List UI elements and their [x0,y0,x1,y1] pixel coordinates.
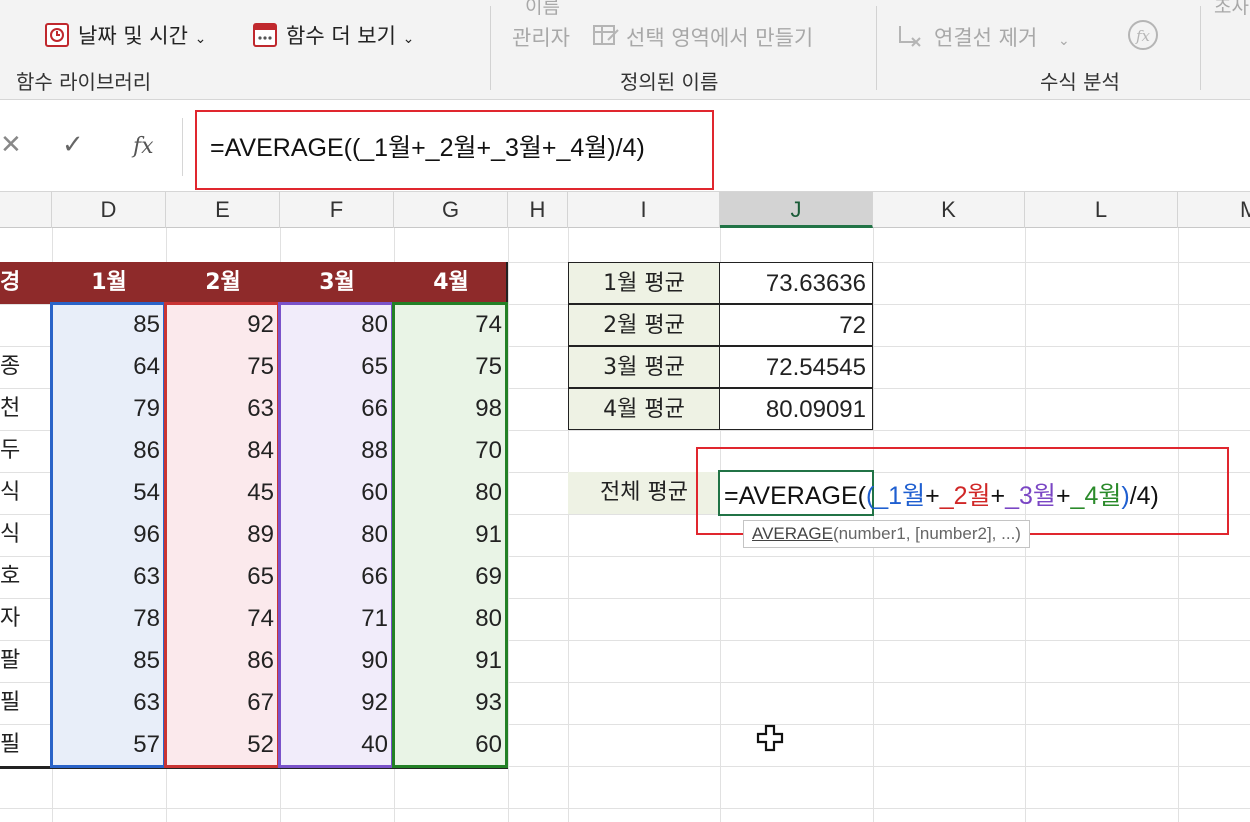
watch-window-label: 조사 [1214,0,1249,18]
group-defined-names: 정의된 이름 [620,70,719,94]
month-header[interactable]: 1월 [52,262,166,304]
month-average-label[interactable]: 1월 평균 [568,262,720,304]
remove-arrows-icon [899,26,921,47]
month-average-value[interactable]: 72 [719,304,873,346]
function-tooltip[interactable]: AVERAGE(number1, [number2], ...) [743,520,1030,548]
column-header-K[interactable]: K [873,192,1025,228]
student-name-cell[interactable]: 호 [0,556,52,598]
student-name-cell[interactable]: 두 [0,430,52,472]
ribbon-separator [490,6,491,90]
student-name-cell[interactable]: 식 [0,514,52,556]
named-range-outline [50,302,166,768]
chevron-down-icon: ⌄ [402,31,415,47]
more-functions-label: 함수 더 보기 [286,24,396,48]
create-from-selection-button[interactable]: 선택 영역에서 만들기 [626,22,813,52]
column-header-G[interactable]: G [394,192,508,228]
function-list-icon [253,23,277,47]
name-label-top: 이름 [525,0,560,18]
cell-cursor-icon [756,724,784,752]
student-name-cell[interactable]: 팔 [0,640,52,682]
column-header-J[interactable]: J [720,192,873,228]
named-range-outline [278,302,394,768]
student-name-cell[interactable]: 종 [0,346,52,388]
month-header[interactable]: 2월 [166,262,280,304]
evaluate-formula-icon[interactable]: fx [1126,18,1160,52]
column-header[interactable] [0,192,52,228]
date-time-label: 날짜 및 시간 [78,24,188,48]
column-header-H[interactable]: H [508,192,568,228]
tooltip-arguments: (number1, [number2], ...) [832,524,1021,543]
column-header-I[interactable]: I [568,192,720,228]
ribbon-separator [876,6,877,90]
column-header-L[interactable]: L [1025,192,1178,228]
formula-highlight-box [195,110,714,190]
ribbon: 날짜 및 시간 ⌄ 함수 더 보기 ⌄ 이름 관리자 선택 영역에서 만들기 연… [0,0,1250,100]
create-from-selection-icon [593,25,619,45]
month-average-value[interactable]: 72.54545 [719,346,873,388]
student-name-cell[interactable]: 필 [0,724,52,766]
month-header[interactable]: 4월 [394,262,508,304]
column-header-F[interactable]: F [280,192,394,228]
column-headers: D E F G H I J K L M [0,192,1250,228]
month-average-value[interactable]: 73.63636 [719,262,873,304]
column-header-M[interactable]: M [1178,192,1250,228]
enter-icon[interactable]: ✓ [62,130,84,160]
month-average-label[interactable]: 4월 평균 [568,388,720,430]
more-functions-button[interactable]: 함수 더 보기 ⌄ [286,20,414,50]
date-time-button[interactable]: 날짜 및 시간 ⌄ [78,20,206,50]
name-manager-button[interactable]: 관리자 [512,22,570,52]
column-header-E[interactable]: E [166,192,280,228]
tooltip-function-name[interactable]: AVERAGE [752,524,833,543]
column-header-D[interactable]: D [52,192,166,228]
month-average-value[interactable]: 80.09091 [719,388,873,430]
svg-text:fx: fx [1135,27,1151,45]
remove-arrows-button[interactable]: 연결선 제거 ⌄ [934,22,1070,52]
student-name-cell[interactable]: 식 [0,472,52,514]
month-average-label[interactable]: 3월 평균 [568,346,720,388]
name-column-header[interactable]: 경 [0,262,52,304]
student-name-cell[interactable]: 필 [0,682,52,724]
student-name-cell[interactable]: 자 [0,598,52,640]
group-formula-auditing: 수식 분석 [1040,70,1120,94]
named-range-outline [392,302,508,768]
student-name-cell[interactable]: 천 [0,388,52,430]
group-function-library: 함수 라이브러리 [16,70,152,94]
month-average-label[interactable]: 2월 평균 [568,304,720,346]
ribbon-separator [1200,6,1201,90]
insert-function-icon[interactable]: fx [133,134,154,159]
chevron-down-icon: ⌄ [1057,33,1070,49]
named-range-outline [164,302,280,768]
cancel-icon[interactable]: ✕ [0,130,22,160]
remove-arrows-label: 연결선 제거 [934,26,1038,50]
calendar-clock-icon [45,23,69,47]
month-header[interactable]: 3월 [280,262,394,304]
chevron-down-icon: ⌄ [194,31,207,47]
student-name-cell[interactable] [0,304,52,346]
